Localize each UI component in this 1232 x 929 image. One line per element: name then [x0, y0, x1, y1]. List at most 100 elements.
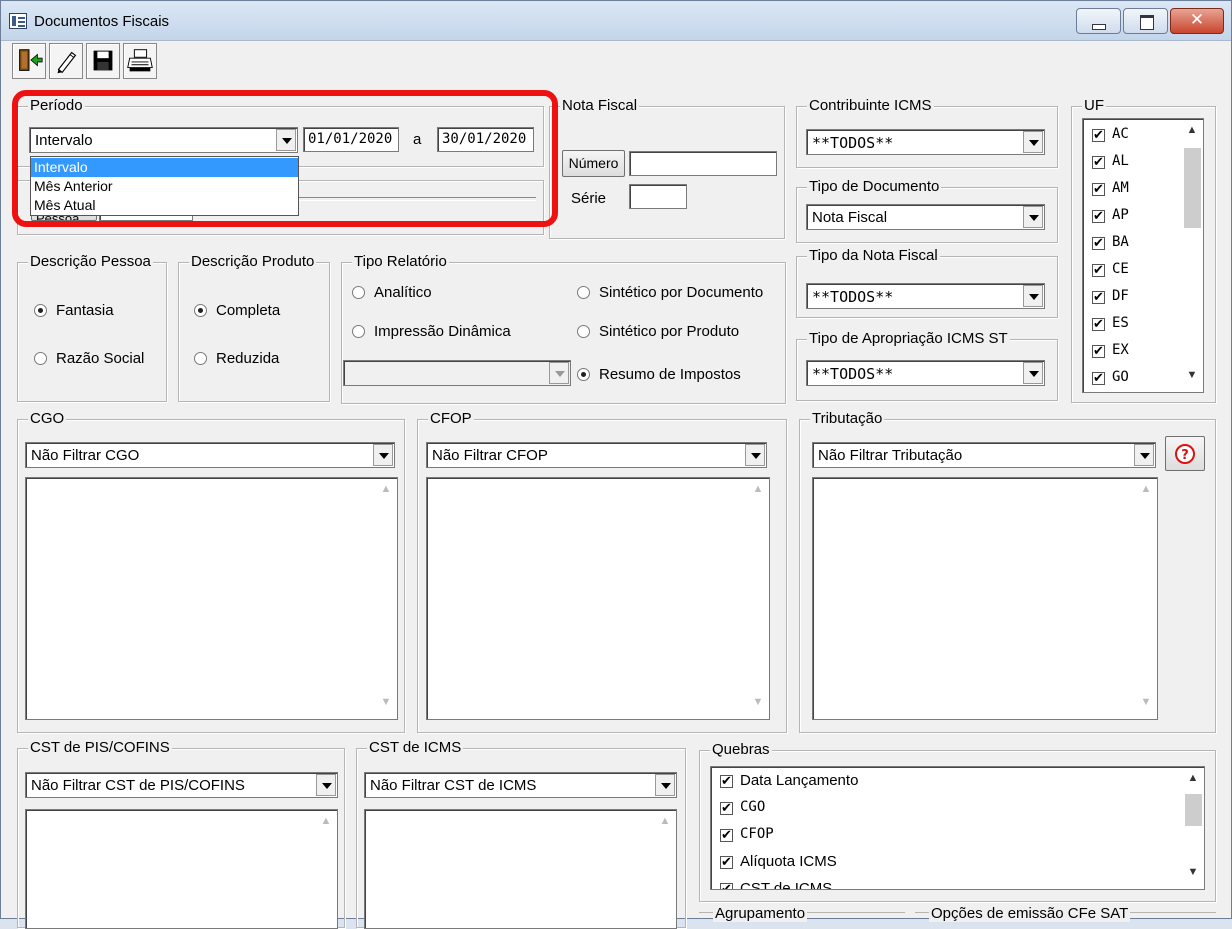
- title-bar: Documentos Fiscais ✕: [1, 1, 1231, 41]
- checkbox-checked-icon[interactable]: [720, 853, 733, 871]
- cfop-list[interactable]: ▲ ▼: [426, 477, 770, 720]
- checkbox-checked-icon[interactable]: [1092, 126, 1105, 144]
- checkbox-checked-icon[interactable]: [720, 880, 733, 889]
- chevron-down-icon[interactable]: ▼: [376, 696, 396, 714]
- cgo-scrollbar[interactable]: ▲ ▼: [376, 479, 396, 718]
- quebras-scrollbar[interactable]: ▲ ▼: [1183, 768, 1203, 888]
- cst-icms-selected: Não Filtrar CST de ICMS: [370, 777, 537, 794]
- tributacao-scrollbar[interactable]: ▲ ▼: [1136, 479, 1156, 718]
- checkbox-checked-icon[interactable]: [1092, 261, 1105, 279]
- minimize-button[interactable]: [1076, 8, 1121, 34]
- tipo-nota-legend: Tipo da Nota Fiscal: [807, 247, 940, 264]
- checkbox-checked-icon[interactable]: [720, 826, 733, 844]
- contribuinte-selected: **TODOS**: [812, 134, 894, 152]
- chevron-up-icon[interactable]: ▲: [655, 815, 675, 833]
- uf-item-label: AP: [1112, 207, 1129, 223]
- chevron-down-icon[interactable]: ▼: [748, 696, 768, 714]
- tributacao-list[interactable]: ▲ ▼: [812, 477, 1158, 720]
- chevron-down-icon[interactable]: [655, 774, 675, 796]
- tributacao-legend: Tributação: [810, 410, 885, 427]
- radio-dot[interactable]: [194, 352, 207, 365]
- chevron-up-icon[interactable]: ▲: [376, 483, 396, 501]
- cst-pis-select[interactable]: Não Filtrar CST de PIS/COFINS: [25, 772, 338, 798]
- checkbox-checked-icon[interactable]: [1092, 207, 1105, 225]
- impressao-dinamica-select[interactable]: [343, 360, 571, 386]
- cst-pis-list[interactable]: ▲: [25, 809, 338, 929]
- chevron-down-icon[interactable]: [1023, 206, 1043, 228]
- chevron-down-icon[interactable]: ▼: [1183, 866, 1203, 884]
- radio-dot[interactable]: [34, 352, 47, 365]
- radio-dot[interactable]: [577, 368, 590, 381]
- checkbox-checked-icon[interactable]: [1092, 288, 1105, 306]
- checkbox-checked-icon[interactable]: [1092, 369, 1105, 387]
- main-window: Documentos Fiscais ✕ Período Intervalo 0…: [0, 0, 1232, 929]
- uf-scrollbar[interactable]: ▲ ▼: [1182, 120, 1202, 391]
- chevron-down-icon[interactable]: [1023, 285, 1043, 307]
- radio-dot[interactable]: [34, 304, 47, 317]
- radio-label: Resumo de Impostos: [599, 366, 741, 383]
- scroll-thumb[interactable]: [1185, 794, 1202, 826]
- numero-button[interactable]: Número: [562, 150, 625, 177]
- numero-field[interactable]: [629, 151, 777, 176]
- scroll-thumb[interactable]: [1184, 148, 1201, 228]
- uf-item-label: AL: [1112, 153, 1129, 169]
- clear-button[interactable]: [49, 43, 83, 79]
- radio-dot[interactable]: [577, 325, 590, 338]
- cst-pis-scrollbar[interactable]: ▲: [316, 811, 336, 927]
- tipo-relatorio-legend: Tipo Relatório: [352, 253, 449, 270]
- cgo-legend: CGO: [28, 410, 67, 427]
- radio-dot[interactable]: [352, 286, 365, 299]
- chevron-up-icon[interactable]: ▲: [1183, 772, 1203, 790]
- cgo-select[interactable]: Não Filtrar CGO: [25, 442, 395, 468]
- chevron-down-icon[interactable]: [1134, 444, 1154, 466]
- radio-dot[interactable]: [577, 286, 590, 299]
- serie-field[interactable]: [629, 184, 687, 209]
- checkbox-checked-icon[interactable]: [1092, 342, 1105, 360]
- exit-button[interactable]: [12, 43, 46, 79]
- quebra-item-label: CFOP: [740, 826, 774, 842]
- chevron-down-icon[interactable]: ▼: [1182, 369, 1202, 387]
- chevron-up-icon[interactable]: ▲: [748, 483, 768, 501]
- chevron-up-icon[interactable]: ▲: [316, 815, 336, 833]
- tributacao-select[interactable]: Não Filtrar Tributação: [812, 442, 1156, 468]
- tipo-apropriacao-select[interactable]: **TODOS**: [806, 360, 1045, 386]
- quebra-item-label: CST de ICMS: [740, 880, 833, 890]
- contribuinte-select[interactable]: **TODOS**: [806, 129, 1045, 155]
- tipo-nota-selected: **TODOS**: [812, 288, 894, 306]
- cfop-scrollbar[interactable]: ▲ ▼: [748, 479, 768, 718]
- chevron-down-icon[interactable]: [1023, 131, 1043, 153]
- chevron-up-icon[interactable]: ▲: [1182, 124, 1202, 142]
- cfop-select[interactable]: Não Filtrar CFOP: [426, 442, 767, 468]
- svg-text:?: ?: [1181, 448, 1189, 463]
- checkbox-checked-icon[interactable]: [1092, 153, 1105, 171]
- chevron-down-icon[interactable]: [316, 774, 336, 796]
- checkbox-checked-icon[interactable]: [720, 772, 733, 790]
- chevron-down-icon[interactable]: [745, 444, 765, 466]
- chevron-down-icon[interactable]: ▼: [1136, 696, 1156, 714]
- uf-list[interactable]: AC AL AM AP BA CE DF ES EX GO ▲ ▼: [1082, 118, 1204, 393]
- close-button[interactable]: ✕: [1170, 8, 1224, 34]
- cgo-list[interactable]: ▲ ▼: [25, 477, 398, 720]
- quebras-legend: Quebras: [710, 741, 772, 758]
- checkbox-checked-icon[interactable]: [720, 799, 733, 817]
- chevron-down-icon[interactable]: [549, 362, 569, 384]
- chevron-up-icon[interactable]: ▲: [1136, 483, 1156, 501]
- save-button[interactable]: [86, 43, 120, 79]
- cst-icms-select[interactable]: Não Filtrar CST de ICMS: [364, 772, 677, 798]
- checkbox-checked-icon[interactable]: [1092, 315, 1105, 333]
- chevron-down-icon[interactable]: [1023, 362, 1043, 384]
- checkbox-checked-icon[interactable]: [1092, 234, 1105, 252]
- chevron-down-icon[interactable]: [373, 444, 393, 466]
- maximize-button[interactable]: [1123, 8, 1168, 34]
- radio-dot[interactable]: [194, 304, 207, 317]
- radio-dot[interactable]: [352, 325, 365, 338]
- cst-icms-scrollbar[interactable]: ▲: [655, 811, 675, 927]
- uf-legend: UF: [1082, 97, 1106, 114]
- tipo-documento-select[interactable]: Nota Fiscal: [806, 204, 1045, 230]
- cst-icms-list[interactable]: ▲: [364, 809, 677, 929]
- checkbox-checked-icon[interactable]: [1092, 180, 1105, 198]
- tributacao-help-button[interactable]: ?: [1165, 436, 1205, 471]
- quebras-list[interactable]: Data Lançamento CGO CFOP Alíquota ICMS C…: [710, 766, 1205, 890]
- tipo-nota-select[interactable]: **TODOS**: [806, 283, 1045, 309]
- print-button[interactable]: [123, 43, 157, 79]
